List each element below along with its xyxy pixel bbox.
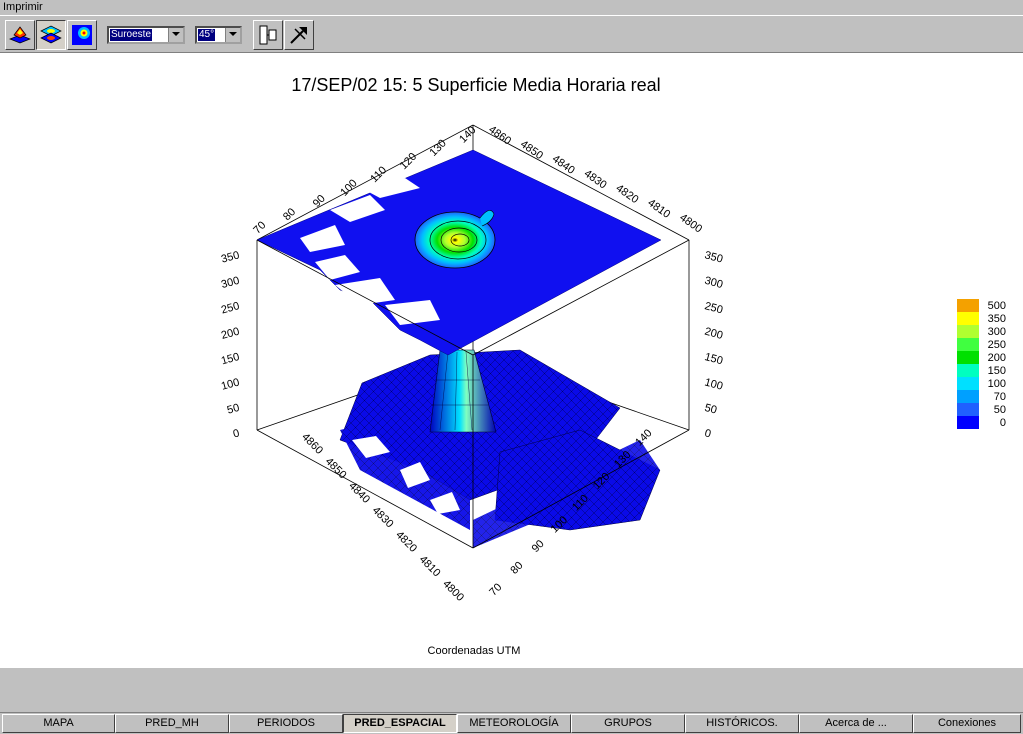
x-tick-bottom-label: 70 <box>487 581 504 598</box>
x-axis-title: Coordenadas UTM <box>428 645 521 657</box>
menu-print[interactable]: Imprimir <box>3 1 43 13</box>
view-direction-value: Suroeste <box>110 29 153 41</box>
x-tick-bottom-label: 90 <box>530 538 547 555</box>
surface-3d-button[interactable] <box>5 20 35 50</box>
status-panel <box>0 666 1023 712</box>
legend-swatch <box>957 377 979 390</box>
split-view-icon <box>259 25 277 45</box>
toolbar: Suroeste 45° <box>0 15 1023 53</box>
legend-swatch <box>957 351 979 364</box>
tab-bar: MAPA PRED_MH PERIODOS PRED_ESPACIAL METE… <box>0 712 1023 734</box>
z-tick-left-label: 200 <box>220 326 241 342</box>
z-tick-right-label: 100 <box>703 376 724 392</box>
tab-conexiones[interactable]: Conexiones <box>913 714 1021 733</box>
z-tick-right-label: 300 <box>703 275 724 291</box>
split-view-button[interactable] <box>253 20 283 50</box>
x-tick-top-label: 90 <box>311 193 328 210</box>
y-tick-bottom-label: 4810 <box>417 553 443 579</box>
legend-swatch <box>957 416 979 429</box>
y-tick-bottom-label: 4860 <box>299 431 325 457</box>
tab-periodos[interactable]: PERIODOS <box>229 714 343 733</box>
x-tick-top-label: 80 <box>281 206 298 223</box>
y-tick-bottom-label: 4830 <box>370 504 396 530</box>
z-tick-right-label: 0 <box>703 427 712 440</box>
z-tick-left-label: 0 <box>232 427 241 440</box>
legend-label: 150 <box>988 365 1006 377</box>
tab-historicos[interactable]: HISTÓRICOS. <box>685 714 799 733</box>
menu-bar: Imprimir <box>0 0 1023 15</box>
x-tick-top-label: 140 <box>457 124 478 145</box>
legend-swatch <box>957 390 979 403</box>
legend-swatch <box>957 299 979 312</box>
contour-layers-icon <box>40 25 62 44</box>
tab-pred-espacial[interactable]: PRED_ESPACIAL <box>343 714 457 733</box>
chevron-down-icon[interactable] <box>225 28 240 42</box>
chart-area: 17/SEP/02 15: 5 Superficie Media Horaria… <box>0 53 1023 666</box>
contour-layers-button[interactable] <box>36 20 66 50</box>
angle-select[interactable]: 45° <box>195 26 242 44</box>
surface-chart: 17/SEP/02 15: 5 Superficie Media Horaria… <box>220 75 1006 657</box>
legend-label: 100 <box>988 378 1006 390</box>
x-tick-bottom-label: 80 <box>508 560 525 577</box>
tab-grupos[interactable]: GRUPOS <box>571 714 685 733</box>
chevron-down-icon[interactable] <box>168 28 183 42</box>
tab-pred-mh[interactable]: PRED_MH <box>115 714 229 733</box>
legend-label: 0 <box>1000 417 1006 429</box>
z-tick-right-label: 50 <box>703 402 718 417</box>
z-tick-left-label: 100 <box>220 376 241 392</box>
legend-label: 250 <box>988 339 1006 351</box>
color-legend: 50035030025020015010070500 <box>957 299 1006 429</box>
legend-swatch <box>957 338 979 351</box>
rotate-tool-button[interactable] <box>284 20 314 50</box>
legend-label: 70 <box>994 391 1006 403</box>
x-tick-top-label: 110 <box>368 164 389 185</box>
z-tick-left-label: 250 <box>220 300 241 316</box>
x-tick-top-label: 120 <box>398 151 419 172</box>
legend-label: 300 <box>988 326 1006 338</box>
angle-value: 45° <box>198 29 216 41</box>
y-tick-bottom-label: 4840 <box>346 480 372 506</box>
y-tick-top-label: 4830 <box>582 168 609 192</box>
color-map-icon <box>72 25 92 45</box>
tab-acerca-de[interactable]: Acerca de ... <box>799 714 913 733</box>
legend-swatch <box>957 325 979 338</box>
z-tick-right-label: 200 <box>703 326 724 342</box>
y-tick-top-label: 4820 <box>614 182 641 206</box>
y-tick-top-label: 4810 <box>645 197 672 221</box>
y-tick-bottom-label: 4800 <box>440 578 466 604</box>
z-tick-left-label: 300 <box>220 275 241 291</box>
z-tick-left-label: 50 <box>226 402 241 417</box>
y-tick-bottom-label: 4820 <box>393 529 419 555</box>
z-tick-right-label: 150 <box>703 351 724 367</box>
z-tick-left-label: 350 <box>220 249 241 265</box>
legend-swatch <box>957 403 979 416</box>
surface-3d-icon <box>9 26 31 44</box>
z-tick-right-label: 250 <box>703 300 724 316</box>
z-tick-left-label: 150 <box>220 351 241 367</box>
y-tick-top-label: 4800 <box>677 212 704 236</box>
color-map-button[interactable] <box>67 20 97 50</box>
z-tick-right-label: 350 <box>703 249 724 265</box>
x-tick-top-label: 100 <box>338 177 359 198</box>
view-direction-select[interactable]: Suroeste <box>107 26 185 44</box>
tab-mapa[interactable]: MAPA <box>2 714 115 733</box>
y-tick-top-label: 4850 <box>518 138 545 162</box>
rotate-tool-icon <box>290 27 307 44</box>
legend-label: 200 <box>988 352 1006 364</box>
legend-label: 350 <box>988 313 1006 325</box>
x-tick-top-label: 130 <box>427 137 448 158</box>
x-tick-top-label: 70 <box>251 219 268 236</box>
legend-label: 50 <box>994 404 1006 416</box>
legend-swatch <box>957 364 979 377</box>
chart-title: 17/SEP/02 15: 5 Superficie Media Horaria… <box>291 75 660 95</box>
legend-swatch <box>957 312 979 325</box>
tab-meteorologia[interactable]: METEOROLOGÍA <box>457 714 571 733</box>
legend-label: 500 <box>988 300 1006 312</box>
